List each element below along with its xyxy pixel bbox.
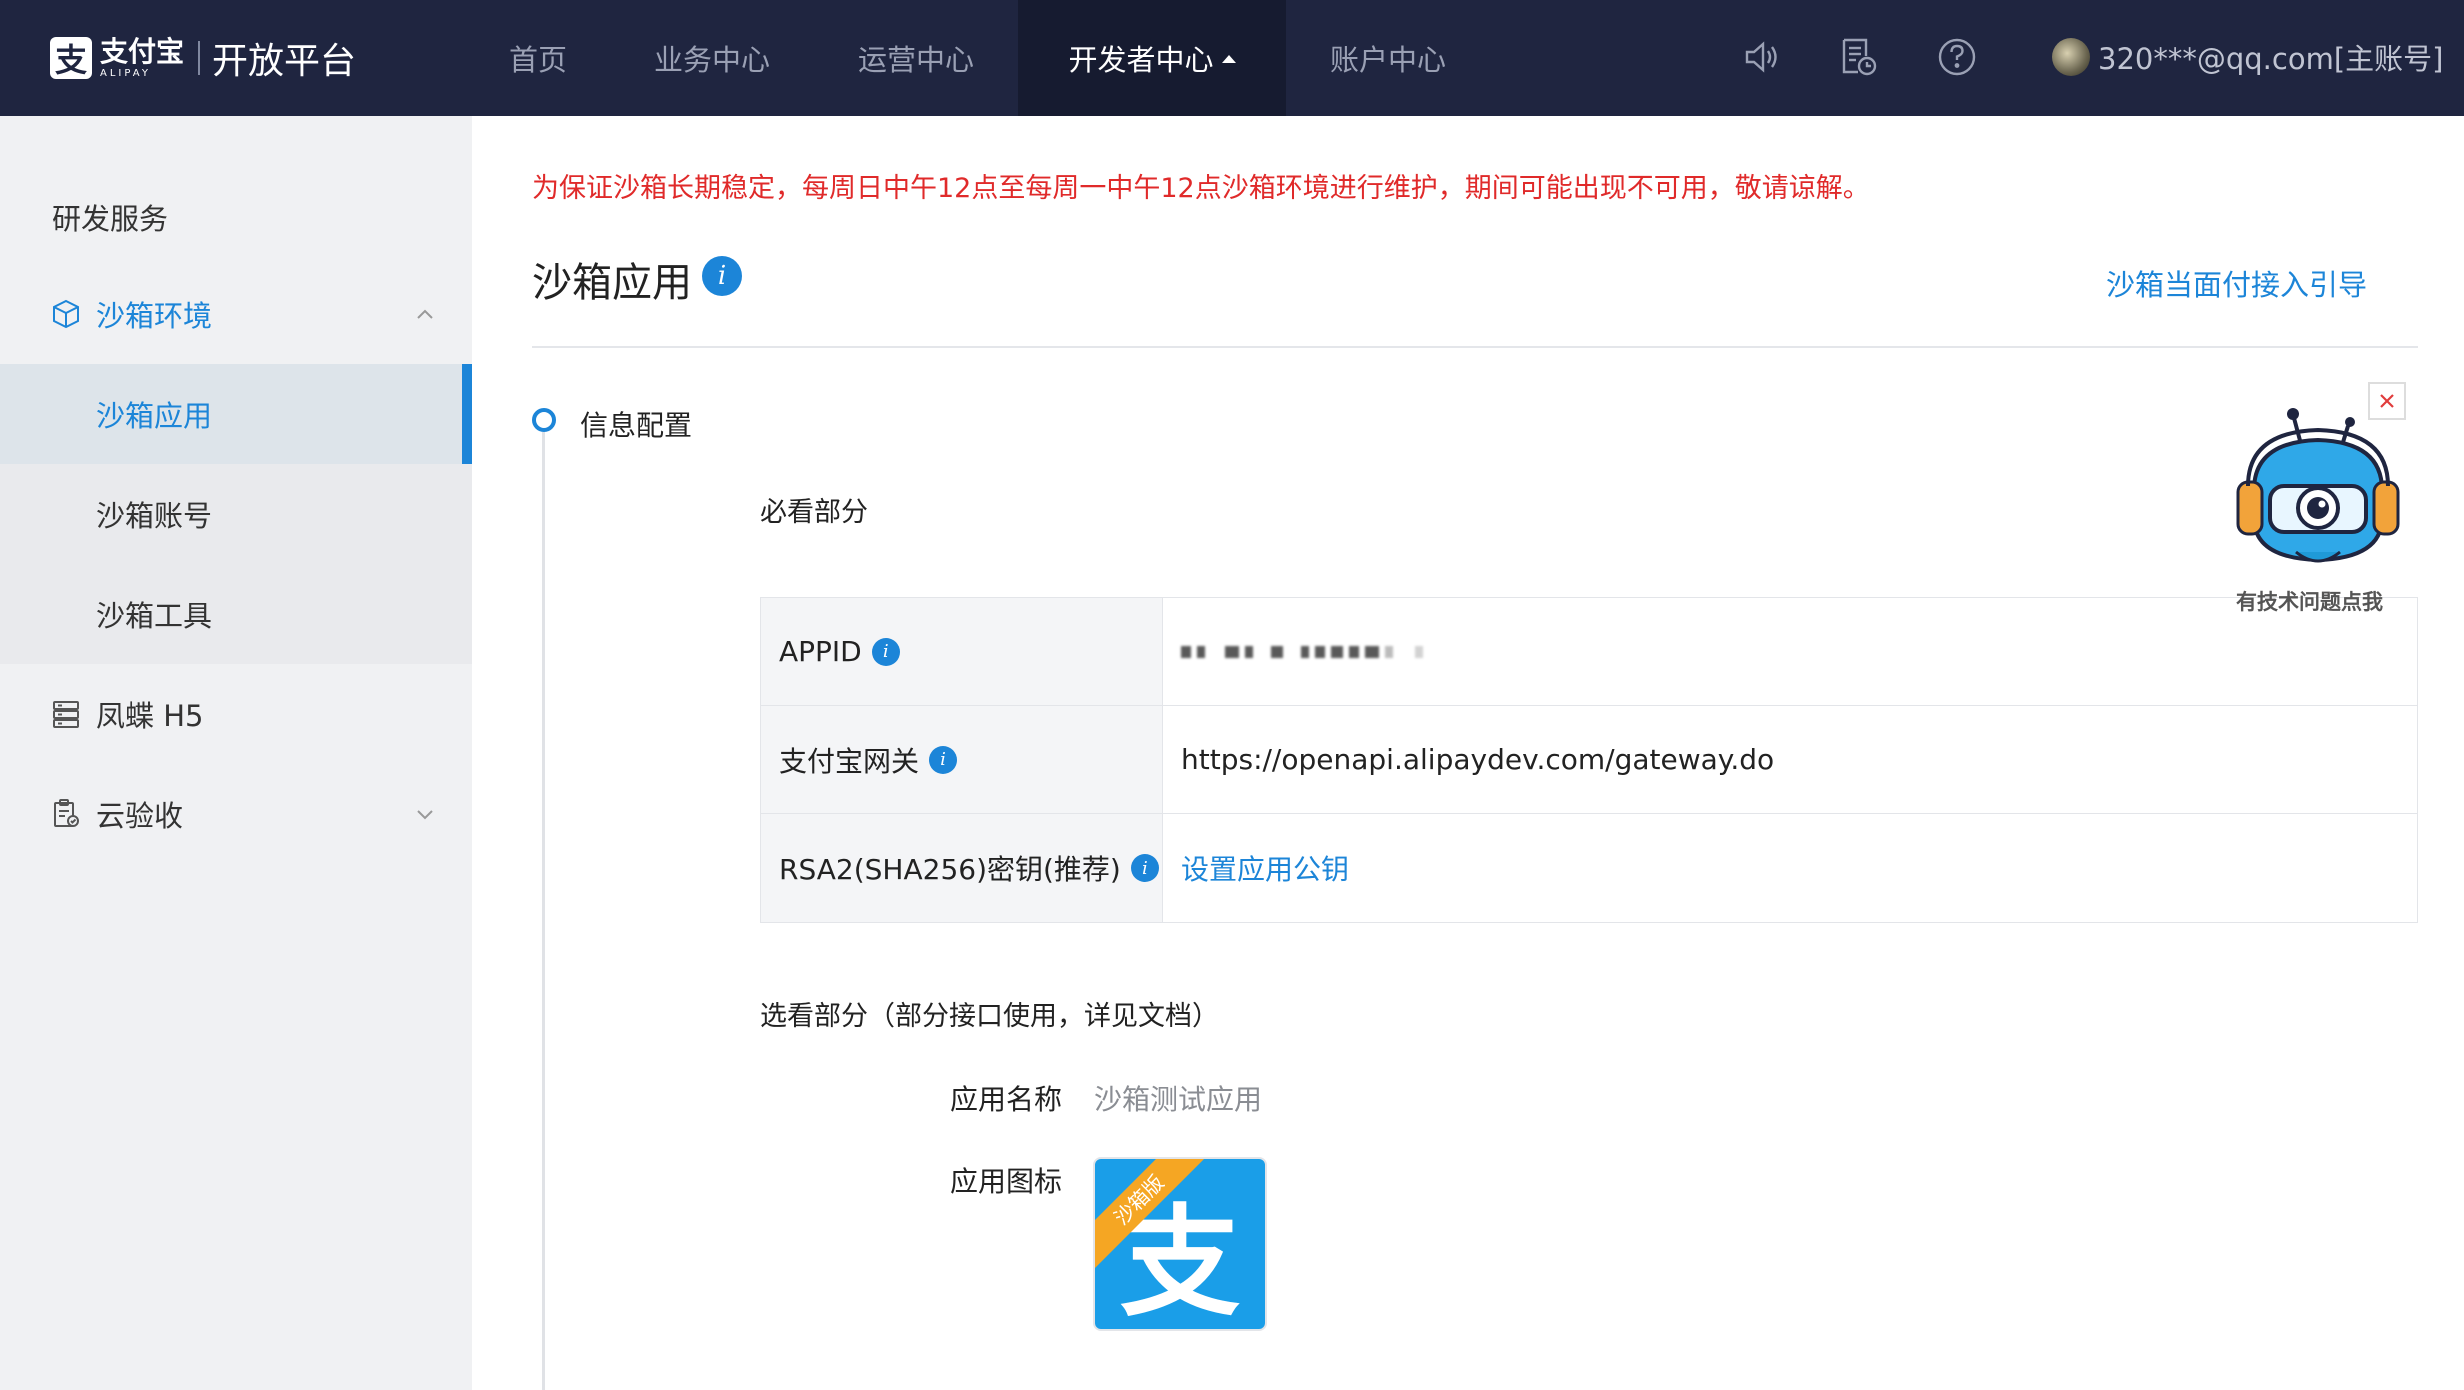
- sidebar: 研发服务 沙箱环境 沙箱应用 沙箱账号 沙箱工具 凤蝶 H5 云验收: [0, 116, 472, 1390]
- app-icon-image: 支 沙箱版: [1093, 1157, 1267, 1331]
- nav-home[interactable]: 首页: [486, 0, 590, 116]
- top-navigation-bar: 支 支付宝 ALIPAY 开放平台 首页 业务中心 运营中心 开发者中心 账户中…: [0, 0, 2464, 116]
- set-app-public-key-link[interactable]: 设置应用公钥: [1163, 814, 2417, 922]
- alipay-wordmark-en: ALIPAY: [100, 67, 151, 79]
- help-icon[interactable]: [1934, 34, 1980, 80]
- sidebar-item-fengdie-h5[interactable]: 凤蝶 H5: [0, 664, 472, 764]
- config-key-label: 支付宝网关: [779, 744, 920, 778]
- config-key: 支付宝网关 i: [761, 706, 1163, 813]
- tech-support-robot[interactable]: [2226, 400, 2410, 580]
- nav-operations-center[interactable]: 运营中心: [844, 0, 988, 116]
- sidebar-item-label: 沙箱环境: [96, 299, 213, 333]
- app-icon-label: 应用图标: [950, 1165, 1063, 1198]
- config-key-label: APPID: [779, 635, 862, 668]
- document-clock-icon[interactable]: [1836, 34, 1882, 80]
- sidebar-item-label: 沙箱工具: [96, 599, 213, 633]
- config-key: APPID i: [761, 598, 1163, 705]
- nav-account-center[interactable]: 账户中心: [1316, 0, 1460, 116]
- nav-operations-center-label: 运营中心: [857, 43, 974, 77]
- table-row: RSA2(SHA256)密钥(推荐) i 设置应用公钥: [761, 814, 2417, 922]
- step-label: 信息配置: [580, 409, 693, 442]
- table-row: 支付宝网关 i https://openapi.alipaydev.com/ga…: [761, 706, 2417, 814]
- alipay-app-icon: 支: [1120, 1194, 1240, 1331]
- masked-appid: [1181, 645, 1423, 658]
- title-divider: [532, 346, 2418, 348]
- alipay-wordmark-cn: 支付宝: [100, 34, 185, 68]
- platform-title: 开放平台: [212, 41, 357, 82]
- config-key: RSA2(SHA256)密钥(推荐) i: [761, 814, 1163, 922]
- server-icon: [53, 701, 79, 728]
- alipay-logo[interactable]: 支 支付宝 ALIPAY 开放平台: [50, 34, 356, 82]
- sidebar-item-sandbox-app[interactable]: 沙箱应用: [0, 364, 472, 464]
- sidebar-heading: 研发服务: [52, 202, 169, 236]
- alipay-wordmark: 支付宝 ALIPAY: [100, 34, 185, 79]
- account-name[interactable]: 320***@qq.com[主账号]: [2098, 36, 2443, 78]
- robot-caption[interactable]: 有技术问题点我: [2236, 586, 2383, 616]
- speaker-icon[interactable]: [1738, 34, 1784, 80]
- nav-developer-center[interactable]: 开发者中心: [1018, 0, 1286, 116]
- step-timeline-line: [542, 432, 545, 1390]
- clipboard-icon: [54, 799, 79, 827]
- info-glyph: i: [702, 256, 742, 296]
- sidebar-item-label: 沙箱应用: [96, 399, 213, 433]
- alipay-logo-mark: 支: [50, 37, 92, 79]
- nav-business-center-label: 业务中心: [653, 43, 770, 77]
- sidebar-item-sandbox-env[interactable]: 沙箱环境: [0, 264, 472, 364]
- nav-developer-center-label: 开发者中心: [1068, 43, 1214, 77]
- nav-account-center-label: 账户中心: [1329, 43, 1446, 77]
- info-icon[interactable]: i: [1130, 854, 1159, 882]
- nav-business-center[interactable]: 业务中心: [640, 0, 784, 116]
- app-name-label: 应用名称: [950, 1083, 1063, 1116]
- step-indicator: [532, 408, 556, 432]
- info-icon[interactable]: i: [871, 637, 900, 666]
- table-row: APPID i: [761, 598, 2417, 706]
- info-icon[interactable]: i: [702, 256, 742, 296]
- config-table: APPID i 支付宝网关 i https://openapi.alipayde…: [760, 597, 2418, 923]
- maintenance-notice: 为保证沙箱长期稳定，每周日中午12点至每周一中午12点沙箱环境进行维护，期间可能…: [532, 173, 1870, 204]
- sidebar-item-label: 云验收: [96, 799, 184, 833]
- sidebar-item-label: 沙箱账号: [96, 499, 213, 533]
- nav-home-label: 首页: [508, 43, 567, 77]
- appid-value[interactable]: [1163, 598, 2417, 705]
- required-section-title: 必看部分: [760, 497, 868, 528]
- chevron-up-icon: [417, 309, 433, 319]
- logo-divider: [198, 41, 201, 75]
- info-icon[interactable]: i: [929, 745, 958, 774]
- avatar[interactable]: [2052, 38, 2090, 76]
- gateway-url[interactable]: https://openapi.alipaydev.com/gateway.do: [1163, 706, 2417, 813]
- robot-icon: [2236, 408, 2400, 563]
- caret-up-icon: [1221, 55, 1236, 63]
- sidebar-item-sandbox-account[interactable]: 沙箱账号: [0, 464, 472, 564]
- sidebar-item-cloud-acceptance[interactable]: 云验收: [0, 764, 472, 864]
- sidebar-item-sandbox-tools[interactable]: 沙箱工具: [0, 564, 472, 664]
- config-key-label: RSA2(SHA256)密钥(推荐): [779, 853, 1121, 886]
- optional-section-title: 选看部分（部分接口使用，详见文档）: [760, 1001, 1219, 1032]
- sandbox-integration-guide-link[interactable]: 沙箱当面付接入引导: [2106, 262, 2367, 304]
- chevron-down-icon: [417, 810, 433, 820]
- box-icon: [53, 299, 79, 329]
- app-name-value: 沙箱测试应用: [1094, 1083, 1263, 1116]
- sidebar-item-label: 凤蝶 H5: [96, 699, 204, 733]
- page-title: 沙箱应用: [532, 260, 692, 306]
